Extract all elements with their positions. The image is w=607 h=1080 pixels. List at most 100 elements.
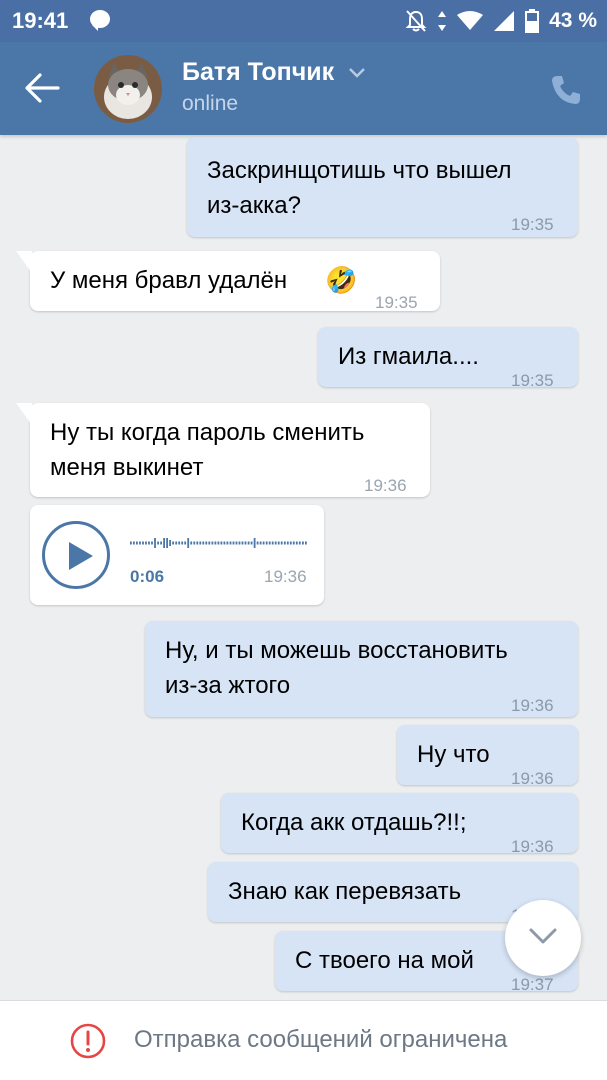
waveform-bar [223,541,226,545]
message-text: Ну что [417,741,490,768]
phone-icon[interactable] [548,72,584,108]
message-time: 19:35 [511,371,554,390]
waveform-bar [178,541,181,545]
arrow-left-icon[interactable] [22,70,62,106]
waveform-bar [202,541,205,545]
message-time: 19:36 [364,476,407,495]
status-time: 19:41 [12,8,69,33]
contact-name[interactable]: Батя Топчик [182,58,334,87]
waveform-bar [175,541,178,545]
waveform-bar [235,541,238,545]
waveform-bar [136,541,138,545]
waveform-bar [292,541,295,545]
cellular-signal-icon [494,11,515,31]
message-text: Знаю как перевязать [228,878,462,905]
chevron-down-icon[interactable] [348,67,366,79]
waveform-bar [151,541,153,545]
bubble-tail [16,251,32,273]
wifi-icon [457,11,484,30]
waveform-bar [280,541,283,545]
message-bubble-outgoing[interactable]: Когда акк отдашь?!!; 19:36 [221,793,578,856]
chevron-down-icon [529,928,557,944]
waveform-bar [133,541,135,545]
message-bubble-incoming[interactable]: У меня бравл удалён 🤣 19:35 [16,251,440,312]
message-text: Когда акк отдашь?!!; [241,809,467,836]
waveform-bar [256,541,259,545]
waveform-bar [274,541,277,545]
message-time: 19:36 [264,567,307,586]
waveform-bar [184,541,187,545]
waveform-bar [181,541,184,545]
waveform-bar [277,541,280,545]
message-time: 19:36 [511,837,554,856]
message-bubble-outgoing[interactable]: Из гмаила.... 19:35 [318,327,578,390]
voice-waveform[interactable] [130,535,308,551]
message-bubble-outgoing[interactable]: Ну, и ты можешь восстановить из-за жтого… [145,621,578,717]
waveform-bar [283,541,286,545]
status-icons: 43 % [405,8,597,34]
waveform-bar [238,541,241,545]
waveform-bar [214,541,217,545]
waveform-bar [172,541,174,545]
avatar[interactable] [94,55,162,123]
status-bar: 19:41 43 % [0,0,607,42]
waveform-bar [295,541,298,545]
message-bubble-incoming[interactable]: Ну ты когда пароль сменить меня выкинет … [16,403,430,497]
waveform-bar [298,541,301,545]
message-text: С твоего на мой [295,947,474,974]
play-icon[interactable] [42,521,110,589]
bubble-tail [16,403,32,425]
waveform-bar [211,541,214,545]
message-bubble-outgoing[interactable]: Ну что 19:36 [397,725,578,788]
message-time: 19:36 [511,696,554,715]
scroll-down-button[interactable] [505,900,581,976]
waveform-bar [139,541,141,545]
battery-percent: 43 % [549,9,597,32]
bell-off-icon [405,10,427,32]
message-list[interactable]: Заскринщотишь что вышел из-акка? 19:35 У… [0,135,607,1000]
battery-icon [525,9,540,33]
waveform-bar [229,541,232,545]
message-time: 19:35 [375,293,418,312]
waveform-bar [247,541,250,545]
waveform-bar [208,541,211,545]
message-bubble-outgoing[interactable]: Заскринщотишь что вышел из-акка? 19:35 [187,137,578,237]
waveform-bar [259,541,262,545]
waveform-bar [262,541,265,545]
waveform-bar [166,538,168,548]
message-restriction-bar: Отправка сообщений ограничена [0,1000,607,1080]
waveform-bar [253,538,256,548]
waveform-bar [190,541,193,545]
waveform-bar [157,541,159,545]
contact-status: online [182,92,239,115]
chat-header: Батя Топчик online [0,42,607,135]
waveform-bar [154,538,156,548]
voice-message[interactable]: 0:06 19:36 [30,505,324,605]
message-text: Заскринщотишь что вышел из-акка? [207,157,512,219]
waveform-bar [289,541,292,545]
waveform-bar [286,541,289,545]
chat-notification-icon [90,10,110,31]
waveform-bar [305,541,307,545]
waveform-bar [271,541,274,545]
waveform-bar [187,538,190,548]
exclamation-circle-icon [70,1023,106,1059]
rofl-emoji-icon: 🤣 [325,265,358,295]
voice-duration: 0:06 [130,567,165,586]
message-text: Ну, и ты можешь восстановить из-за жтого [165,637,508,699]
waveform-bar [265,541,268,545]
waveform-bar [163,538,165,548]
waveform-bar [232,541,235,545]
waveform-bar [199,541,202,545]
waveform-bar [268,541,271,545]
message-text: Из гмаила.... [338,343,479,370]
waveform-bar [241,541,244,545]
waveform-bar [220,541,223,545]
data-arrows-icon [438,11,447,31]
waveform-bar [193,541,196,545]
waveform-bar [145,541,147,545]
message-time: 19:36 [511,769,554,788]
waveform-bar [302,541,304,545]
waveform-bar [130,541,132,545]
waveform-bar [160,541,162,545]
